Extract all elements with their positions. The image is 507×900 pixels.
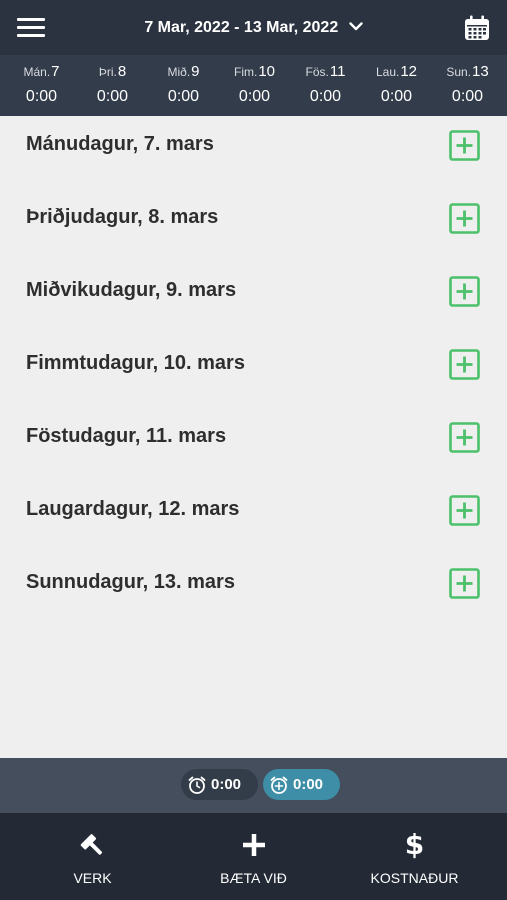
- day-hours: 0:00: [25, 88, 58, 105]
- tab-add[interactable]: BÆTA VIÐ: [169, 813, 338, 900]
- add-entry-icon[interactable]: [449, 203, 480, 234]
- day-number: 10: [258, 63, 275, 80]
- day-number: 8: [117, 63, 127, 80]
- date-range-selector[interactable]: 7 Mar, 2022 - 13 Mar, 2022: [0, 19, 507, 37]
- hammer-icon: [80, 834, 102, 855]
- tab-verk-label: VERK: [73, 870, 112, 886]
- week-day-fri[interactable]: Fös.11 0:00: [290, 63, 361, 106]
- day-list: Mánudagur, 7. mars Þriðjudagur, 8. mars …: [0, 116, 507, 758]
- day-name: Fös.: [305, 65, 329, 79]
- add-entry-icon[interactable]: [449, 422, 480, 453]
- day-row-label: Sunnudagur, 13. mars: [26, 571, 235, 593]
- alarm-clock-icon: [188, 776, 206, 794]
- totals-bar: 0:00 0:00: [0, 758, 507, 813]
- day-hours: 0:00: [380, 88, 413, 105]
- add-entry-icon[interactable]: [449, 495, 480, 526]
- date-range-label: 7 Mar, 2022 - 13 Mar, 2022: [144, 19, 339, 36]
- chevron-down-icon: [348, 22, 363, 30]
- week-day-tue[interactable]: Þri.8 0:00: [77, 63, 148, 106]
- week-day-sat[interactable]: Lau.12 0:00: [361, 63, 432, 106]
- added-time-value: 0:00: [293, 776, 324, 793]
- alarm-clock-add-icon: [270, 776, 288, 794]
- week-summary-bar: Mán.7 0:00 Þri.8 0:00 Mið.9 0:00 Fim.10 …: [0, 55, 507, 116]
- day-hours: 0:00: [167, 88, 200, 105]
- day-name: Mið.: [167, 65, 191, 79]
- add-entry-icon[interactable]: [449, 276, 480, 307]
- day-name: Lau.: [375, 65, 400, 79]
- day-number: 11: [329, 63, 346, 80]
- day-row: Miðvikudagur, 9. mars: [0, 262, 507, 335]
- plus-icon: [242, 834, 265, 856]
- add-entry-icon[interactable]: [449, 130, 480, 161]
- week-day-thu[interactable]: Fim.10 0:00: [219, 63, 290, 106]
- day-number: 12: [400, 63, 418, 80]
- day-hours: 0:00: [238, 88, 271, 105]
- total-time-value: 0:00: [211, 776, 242, 793]
- day-row: Mánudagur, 7. mars: [0, 116, 507, 189]
- week-day-wed[interactable]: Mið.9 0:00: [148, 63, 219, 106]
- tab-cost[interactable]: $ KOSTNAÐUR: [330, 813, 499, 900]
- added-time-pill[interactable]: 0:00: [263, 769, 340, 800]
- day-number: 9: [191, 63, 200, 80]
- day-number: 7: [51, 63, 60, 80]
- day-name: Mán.: [23, 65, 51, 79]
- day-row: Föstudagur, 11. mars: [0, 408, 507, 481]
- tab-add-label: BÆTA VIÐ: [220, 870, 287, 886]
- day-hours: 0:00: [96, 88, 129, 105]
- day-row-label: Þriðjudagur, 8. mars: [26, 206, 219, 228]
- tab-verk[interactable]: VERK: [8, 813, 177, 900]
- day-row-label: Föstudagur, 11. mars: [26, 425, 227, 447]
- calendar-icon[interactable]: [464, 15, 490, 41]
- add-entry-icon[interactable]: [449, 568, 480, 599]
- tab-cost-label: KOSTNAÐUR: [370, 870, 459, 886]
- total-time-pill[interactable]: 0:00: [181, 769, 258, 800]
- day-name: Þri.: [98, 65, 117, 79]
- dollar-icon: $: [404, 828, 425, 861]
- day-row-label: Fimmtudagur, 10. mars: [26, 352, 245, 374]
- day-hours: 0:00: [451, 88, 484, 105]
- day-row-label: Mánudagur, 7. mars: [26, 133, 214, 155]
- day-row: Laugardagur, 12. mars: [0, 481, 507, 554]
- day-row-label: Miðvikudagur, 9. mars: [26, 279, 237, 301]
- day-number: 13: [472, 63, 489, 80]
- day-row: Fimmtudagur, 10. mars: [0, 335, 507, 408]
- add-entry-icon[interactable]: [449, 349, 480, 380]
- bottom-tab-bar: VERK BÆTA VIÐ $ KOSTNAÐUR: [0, 813, 507, 900]
- week-day-sun[interactable]: Sun.13 0:00: [432, 63, 503, 106]
- day-name: Fim.: [233, 65, 258, 79]
- day-hours: 0:00: [309, 88, 342, 105]
- week-day-mon[interactable]: Mán.7 0:00: [6, 63, 77, 106]
- day-row: Sunnudagur, 13. mars: [0, 554, 507, 627]
- top-bar: 7 Mar, 2022 - 13 Mar, 2022: [0, 0, 507, 55]
- day-row: Þriðjudagur, 8. mars: [0, 189, 507, 262]
- day-name: Sun.: [446, 65, 471, 79]
- day-row-label: Laugardagur, 12. mars: [26, 498, 240, 520]
